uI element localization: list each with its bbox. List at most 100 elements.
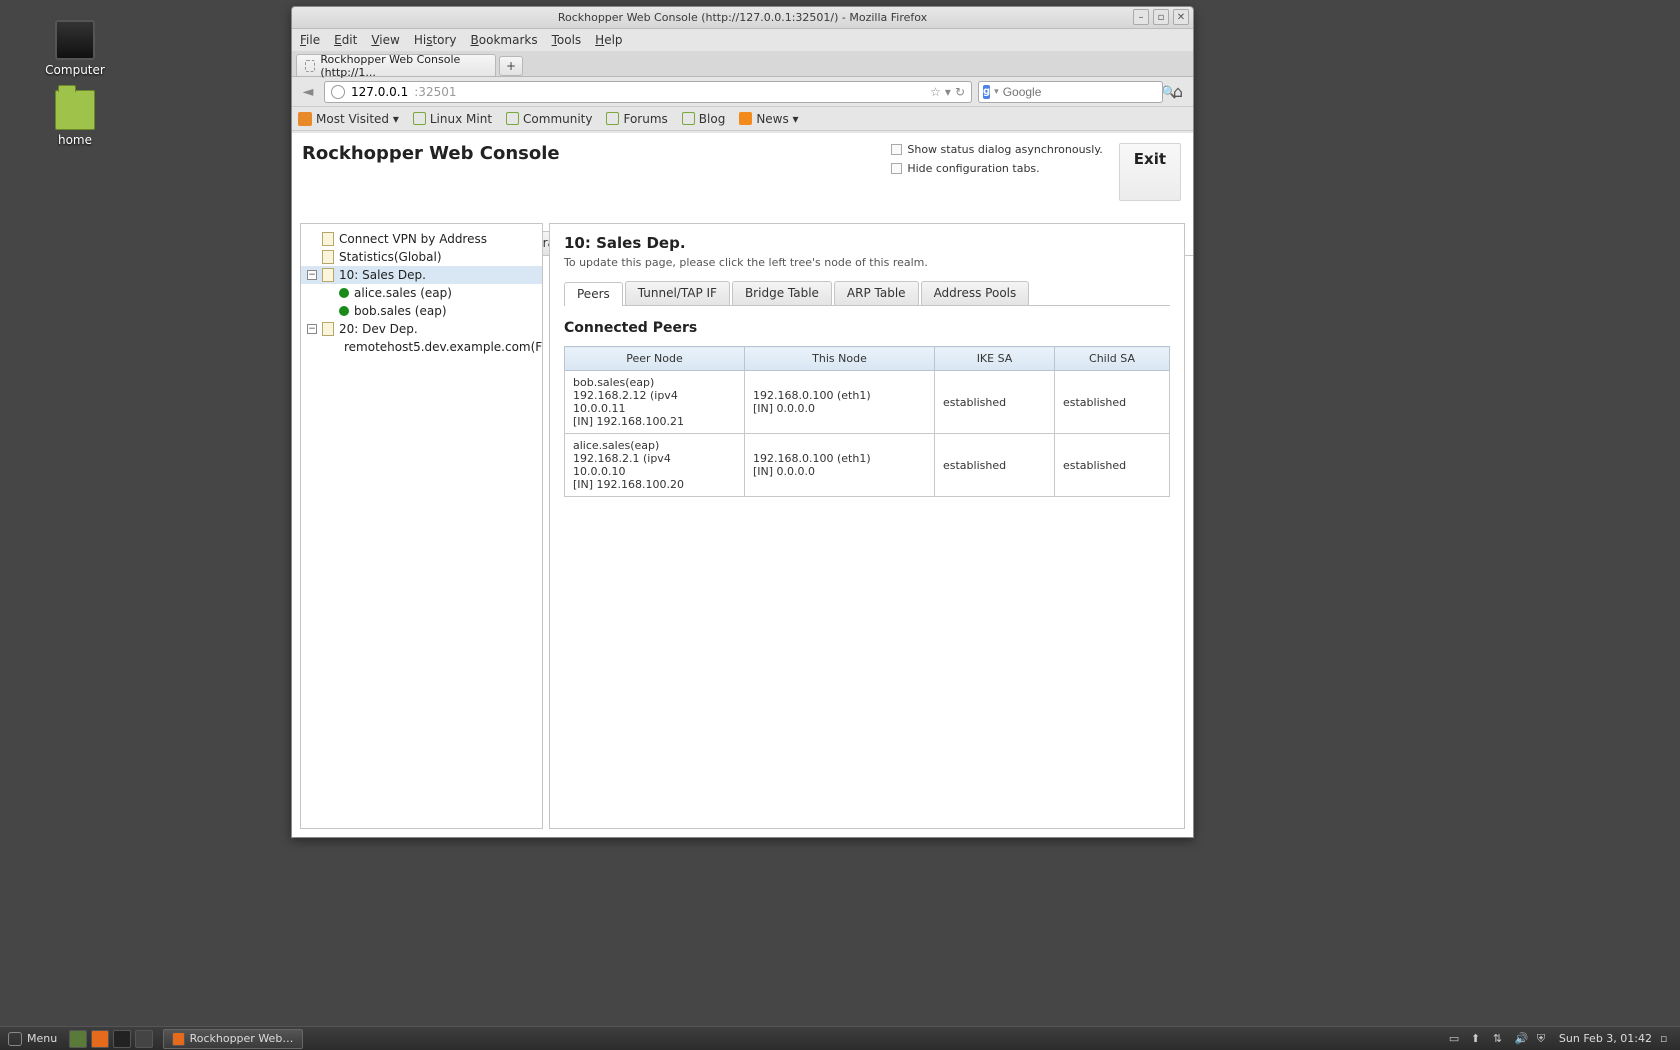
tree-item-bob[interactable]: bob.sales (eap)	[301, 302, 542, 320]
menu-file[interactable]: File	[300, 33, 320, 47]
mint-icon	[506, 112, 519, 125]
url-host: 127.0.0.1	[351, 85, 408, 99]
tree-item-remotehost[interactable]: remotehost5.dev.example.com(FQDN)[alt]	[301, 338, 542, 356]
mint-logo-icon	[8, 1032, 22, 1046]
document-icon	[322, 250, 334, 264]
updates-icon[interactable]: ⬆	[1471, 1032, 1485, 1046]
cell-child: established	[1055, 371, 1170, 434]
desktop-icon-computer[interactable]: Computer	[30, 20, 120, 77]
tree-item-statistics[interactable]: Statistics(Global)	[301, 248, 542, 266]
bookmark-community[interactable]: Community	[506, 112, 592, 126]
subtab-arp[interactable]: ARP Table	[834, 281, 919, 305]
cell-peer: bob.sales(eap) 192.168.2.12 (ipv4 10.0.0…	[565, 371, 745, 434]
firefox-window: Rockhopper Web Console (http://127.0.0.1…	[291, 6, 1194, 838]
menu-edit[interactable]: Edit	[334, 33, 357, 47]
bookmark-blog[interactable]: Blog	[682, 112, 726, 126]
computer-icon	[55, 20, 95, 60]
subtab-tunnel[interactable]: Tunnel/TAP IF	[625, 281, 730, 305]
folder-icon	[55, 90, 95, 130]
shield-icon[interactable]: ⛨	[1537, 1032, 1551, 1046]
tree-item-connect-vpn[interactable]: Connect VPN by Address	[301, 230, 542, 248]
volume-icon[interactable]: 🔊	[1515, 1032, 1529, 1046]
sub-tab-bar: Peers Tunnel/TAP IF Bridge Table ARP Tab…	[564, 281, 1170, 306]
clock[interactable]: Sun Feb 3, 01:42	[1559, 1032, 1652, 1045]
col-this-node: This Node	[745, 347, 935, 371]
url-bar[interactable]: 127.0.0.1:32501 ☆ ▾ ↻	[324, 81, 972, 103]
cell-peer: alice.sales(eap) 192.168.2.1 (ipv4 10.0.…	[565, 434, 745, 497]
bookmark-linux-mint[interactable]: Linux Mint	[413, 112, 492, 126]
subtab-peers[interactable]: Peers	[564, 282, 623, 306]
mint-icon	[606, 112, 619, 125]
taskbar-app-firefox[interactable]: Rockhopper Web Co...	[163, 1029, 303, 1049]
bookmark-star-icon[interactable]: ☆	[930, 85, 941, 99]
terminal-launcher-icon[interactable]	[113, 1030, 131, 1048]
col-child-sa: Child SA	[1055, 347, 1170, 371]
desktop-icon-home[interactable]: home	[30, 90, 120, 147]
exit-button[interactable]: Exit	[1119, 143, 1181, 201]
desktop-icon-label: home	[30, 133, 120, 147]
browser-tab[interactable]: Rockhopper Web Console (http://1...	[296, 54, 496, 76]
collapse-icon[interactable]: −	[307, 270, 317, 280]
bookmark-forums[interactable]: Forums	[606, 112, 667, 126]
status-dot-icon	[339, 288, 349, 298]
checkbox-async-status[interactable]: Show status dialog asynchronously.	[891, 143, 1102, 156]
desktop-icon-label: Computer	[30, 63, 120, 77]
minimize-button[interactable]: –	[1133, 9, 1149, 25]
cell-ike: established	[935, 371, 1055, 434]
network-icon[interactable]: ⇅	[1493, 1032, 1507, 1046]
collapse-icon[interactable]: −	[307, 324, 317, 334]
back-button[interactable]: ◄	[298, 82, 318, 102]
checkbox-hide-tabs[interactable]: Hide configuration tabs.	[891, 162, 1102, 175]
search-dropdown-icon[interactable]: ▾	[994, 87, 999, 97]
document-icon	[322, 322, 334, 336]
detail-subtitle: To update this page, please click the le…	[564, 256, 1170, 269]
bookmark-most-visited[interactable]: Most Visited ▾	[298, 112, 399, 126]
table-row[interactable]: bob.sales(eap) 192.168.2.12 (ipv4 10.0.0…	[565, 371, 1170, 434]
close-button[interactable]: ✕	[1173, 9, 1189, 25]
menu-tools[interactable]: Tools	[552, 33, 582, 47]
mint-icon	[413, 112, 426, 125]
col-peer-node: Peer Node	[565, 347, 745, 371]
col-ike-sa: IKE SA	[935, 347, 1055, 371]
tree-panel: Connect VPN by Address Statistics(Global…	[300, 223, 543, 829]
show-desktop-icon[interactable]	[69, 1030, 87, 1048]
checkbox-icon	[891, 144, 902, 155]
cell-this: 192.168.0.100 (eth1) [IN] 0.0.0.0	[745, 434, 935, 497]
tray-expand-icon[interactable]: ▫	[1660, 1032, 1674, 1046]
tree-item-sales-dep[interactable]: − 10: Sales Dep.	[301, 266, 542, 284]
detail-panel: 10: Sales Dep. To update this page, plea…	[549, 223, 1185, 829]
firefox-launcher-icon[interactable]	[91, 1030, 109, 1048]
detail-title: 10: Sales Dep.	[564, 234, 1170, 252]
document-icon	[322, 232, 334, 246]
reload-icon[interactable]: ↻	[955, 85, 965, 99]
favicon-icon	[305, 60, 315, 72]
taskbar: Menu Rockhopper Web Co... ▭ ⬆ ⇅ 🔊 ⛨ Sun …	[0, 1026, 1680, 1050]
cell-this: 192.168.0.100 (eth1) [IN] 0.0.0.0	[745, 371, 935, 434]
subtab-bridge[interactable]: Bridge Table	[732, 281, 832, 305]
maximize-button[interactable]: ▫	[1153, 9, 1169, 25]
browser-tab-strip: Rockhopper Web Console (http://1... +	[292, 51, 1193, 77]
page-title: Rockhopper Web Console	[302, 143, 875, 164]
peers-table: Peer Node This Node IKE SA Child SA bob.…	[564, 346, 1170, 497]
firefox-icon	[172, 1032, 184, 1046]
window-titlebar[interactable]: Rockhopper Web Console (http://127.0.0.1…	[292, 7, 1193, 29]
new-tab-button[interactable]: +	[499, 56, 523, 76]
menu-help[interactable]: Help	[595, 33, 622, 47]
search-bar[interactable]: g ▾ 🔍	[978, 81, 1163, 103]
tree-item-dev-dep[interactable]: − 20: Dev Dep.	[301, 320, 542, 338]
tray-icon[interactable]: ▭	[1449, 1032, 1463, 1046]
bookmark-news[interactable]: News ▾	[739, 112, 798, 126]
files-launcher-icon[interactable]	[135, 1030, 153, 1048]
search-input[interactable]	[1003, 85, 1158, 99]
navigation-bar: ◄ 127.0.0.1:32501 ☆ ▾ ↻ g ▾ 🔍 ⌂	[292, 77, 1193, 107]
menu-bookmarks[interactable]: Bookmarks	[471, 33, 538, 47]
checkbox-icon	[891, 163, 902, 174]
table-row[interactable]: alice.sales(eap) 192.168.2.1 (ipv4 10.0.…	[565, 434, 1170, 497]
tree-item-alice[interactable]: alice.sales (eap)	[301, 284, 542, 302]
subtab-address-pools[interactable]: Address Pools	[921, 281, 1030, 305]
menu-view[interactable]: View	[371, 33, 399, 47]
home-button[interactable]: ⌂	[1169, 83, 1187, 101]
start-menu-button[interactable]: Menu	[0, 1027, 65, 1050]
dropdown-icon[interactable]: ▾	[945, 85, 951, 99]
menu-history[interactable]: History	[414, 33, 457, 47]
